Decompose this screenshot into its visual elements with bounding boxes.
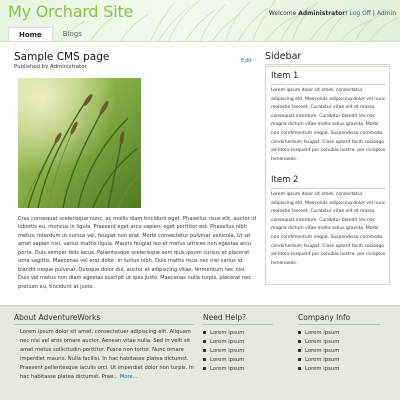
sidebar-widget-item-2: Item 2 Lorem ipsum dolor sit amet, conse… [271,175,386,268]
square-bullet-icon [203,331,206,334]
page-body: Cras consequat scelerisque nunc; ac moll… [18,216,256,290]
sidebar-widget-item-1: Item 1 Lorem ipsum dolor sit amet, conse… [271,71,386,164]
widget-text: Lorem ipsum dolor sit amet, consectetur … [271,192,386,266]
more-link[interactable]: More... [120,374,138,380]
footer-help-title: Need Help? [203,313,273,325]
footer-help-list: Lorem ipsum Lorem ipsum Lorem ipsum Lore… [203,329,273,374]
square-bullet-icon [298,348,301,352]
log-off-link[interactable]: Log Off [350,10,371,17]
tab-blogs[interactable]: Blogs [53,27,92,42]
admin-link[interactable]: Admin [377,10,396,17]
welcome-suffix: ! [345,10,348,17]
footer-company-link[interactable]: Lorem ipsum [298,365,380,374]
square-bullet-icon [298,339,301,343]
tab-home[interactable]: Home [8,27,53,42]
footer-about-text: Lorem ipsum dolor sit amet, consectetuer… [20,329,194,380]
sidebar: Sidebar Item 1 Lorem ipsum dolor sit ame… [265,51,390,285]
footer-company-list: Lorem ipsum Lorem ipsum Lorem ipsum Lore… [298,329,380,374]
published-by: Published by Administrator [14,64,87,70]
square-bullet-icon [298,366,301,370]
site-title[interactable]: My Orchard Site [8,2,133,21]
square-bullet-icon [298,357,301,361]
site-header: My Orchard Site Welcome Administrator! L… [0,0,400,42]
footer-company-link[interactable]: Lorem ipsum [298,338,380,347]
page-title: Sample CMS page [14,51,110,63]
square-bullet-icon [203,348,206,352]
footer-help-link[interactable]: Lorem ipsum [203,347,273,356]
footer-about-body: Lorem ipsum dolor sit amet, consectetuer… [14,328,194,381]
footer-help-link[interactable]: Lorem ipsum [203,329,273,338]
welcome-prefix: Welcome [268,10,299,17]
username: Administrator [298,10,346,17]
footer-company-title: Company Info [298,313,380,325]
grass-photo-image [18,78,141,208]
nav-divider [0,41,400,42]
sidebar-box: Item 1 Lorem ipsum dolor sit amet, conse… [265,66,390,285]
user-bar-separator: | [372,10,375,17]
footer-help-link[interactable]: Lorem ipsum [203,365,273,374]
grass-photo [18,78,141,208]
square-bullet-icon [298,331,301,334]
main-content: Sample CMS page Published by Administrat… [14,51,256,290]
footer-about-title: About AdventureWorks [14,313,194,325]
footer-company: Company Info Lorem ipsum Lorem ipsum Lor… [298,313,380,374]
footer: About AdventureWorks Lorem ipsum dolor s… [0,305,400,400]
footer-company-link[interactable]: Lorem ipsum [298,347,380,356]
square-bullet-icon [203,357,206,361]
widget-title: Item 1 [271,71,386,85]
square-bullet-icon [203,339,206,343]
footer-help-link[interactable]: Lorem ipsum [203,338,273,347]
main-nav: Home Blogs [8,27,92,42]
widget-text: Lorem ipsum dolor sit amet, consectetur … [271,88,386,162]
user-bar: Welcome Administrator! Log Off | Admin [269,10,396,17]
square-bullet-icon [203,366,206,370]
footer-about: About AdventureWorks Lorem ipsum dolor s… [14,313,194,381]
sidebar-title: Sidebar [265,51,390,65]
footer-company-link[interactable]: Lorem ipsum [298,329,380,338]
footer-company-link[interactable]: Lorem ipsum [298,356,380,365]
footer-help-link[interactable]: Lorem ipsum [203,356,273,365]
edit-link[interactable]: Edit [241,58,252,64]
footer-help: Need Help? Lorem ipsum Lorem ipsum Lorem… [203,313,273,374]
widget-title: Item 2 [271,175,386,189]
